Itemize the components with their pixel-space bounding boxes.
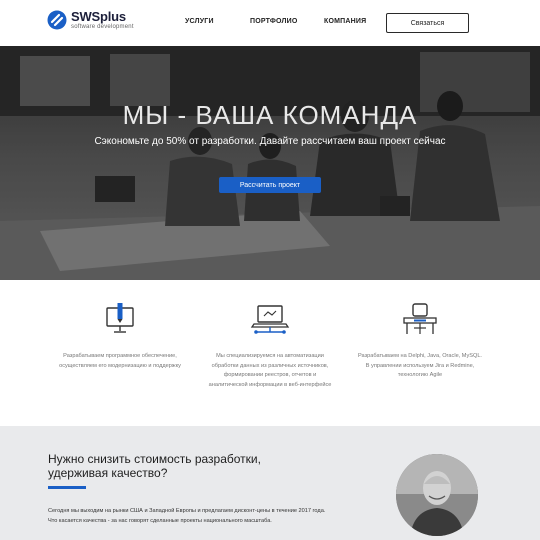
heading-accent-line (48, 486, 86, 489)
feature-item: Мы специализируемся на автоматизации обр… (207, 302, 333, 390)
logo-tagline: software development (71, 24, 134, 30)
nav-item-services[interactable]: УСЛУГИ (185, 18, 214, 25)
feature-item: Разрабатываем на Delphi, Java, Oracle, M… (357, 302, 483, 381)
feature-description: Мы специализируемся на автоматизации обр… (208, 353, 332, 388)
section-heading: Нужно снизить стоимость разработки, удер… (48, 452, 261, 480)
quality-section: Нужно снизить стоимость разработки, удер… (0, 426, 540, 540)
features-section: Разрабатываем программное обеспечение, о… (0, 280, 540, 426)
logo-icon (47, 10, 67, 30)
hero-background-image (0, 46, 540, 280)
hero-subtitle: Сэкономьте до 50% от разработки. Давайте… (94, 136, 446, 147)
feature-description: Разрабатываем на Delphi, Java, Oracle, M… (358, 353, 482, 378)
nav-item-company[interactable]: КОМПАНИЯ (324, 18, 366, 25)
team-member-avatar (396, 454, 478, 536)
developer-desk-icon (403, 303, 437, 334)
logo[interactable]: SWSplus software development (47, 10, 134, 30)
site-header: SWSplus software development УСЛУГИ ПОРТ… (0, 0, 540, 46)
nav-item-portfolio[interactable]: ПОРТФОЛИО (250, 18, 298, 25)
feature-item: Разрабатываем программное обеспечение, о… (57, 302, 183, 371)
contact-button[interactable]: Связаться (386, 13, 469, 33)
feature-description: Разрабатываем программное обеспечение, о… (59, 353, 181, 369)
section-text-line: Что касается качества - за нас говорят с… (48, 518, 272, 524)
hero-section: МЫ - ВАША КОМАНДА Сэкономьте до 50% от р… (0, 46, 540, 280)
logo-name: SWSplus (71, 9, 126, 24)
hero-title: МЫ - ВАША КОМАНДА (122, 100, 418, 130)
person-photo-icon (396, 454, 478, 536)
section-text: Сегодня мы выходим на рынки США и Западн… (48, 506, 348, 526)
laptop-network-icon (250, 305, 290, 334)
logo-text: SWSplus software development (71, 10, 134, 30)
monitor-pencil-icon (106, 303, 134, 333)
calculate-project-button[interactable]: Рассчитать проект (219, 177, 321, 193)
section-text-line: Сегодня мы выходим на рынки США и Западн… (48, 508, 326, 514)
